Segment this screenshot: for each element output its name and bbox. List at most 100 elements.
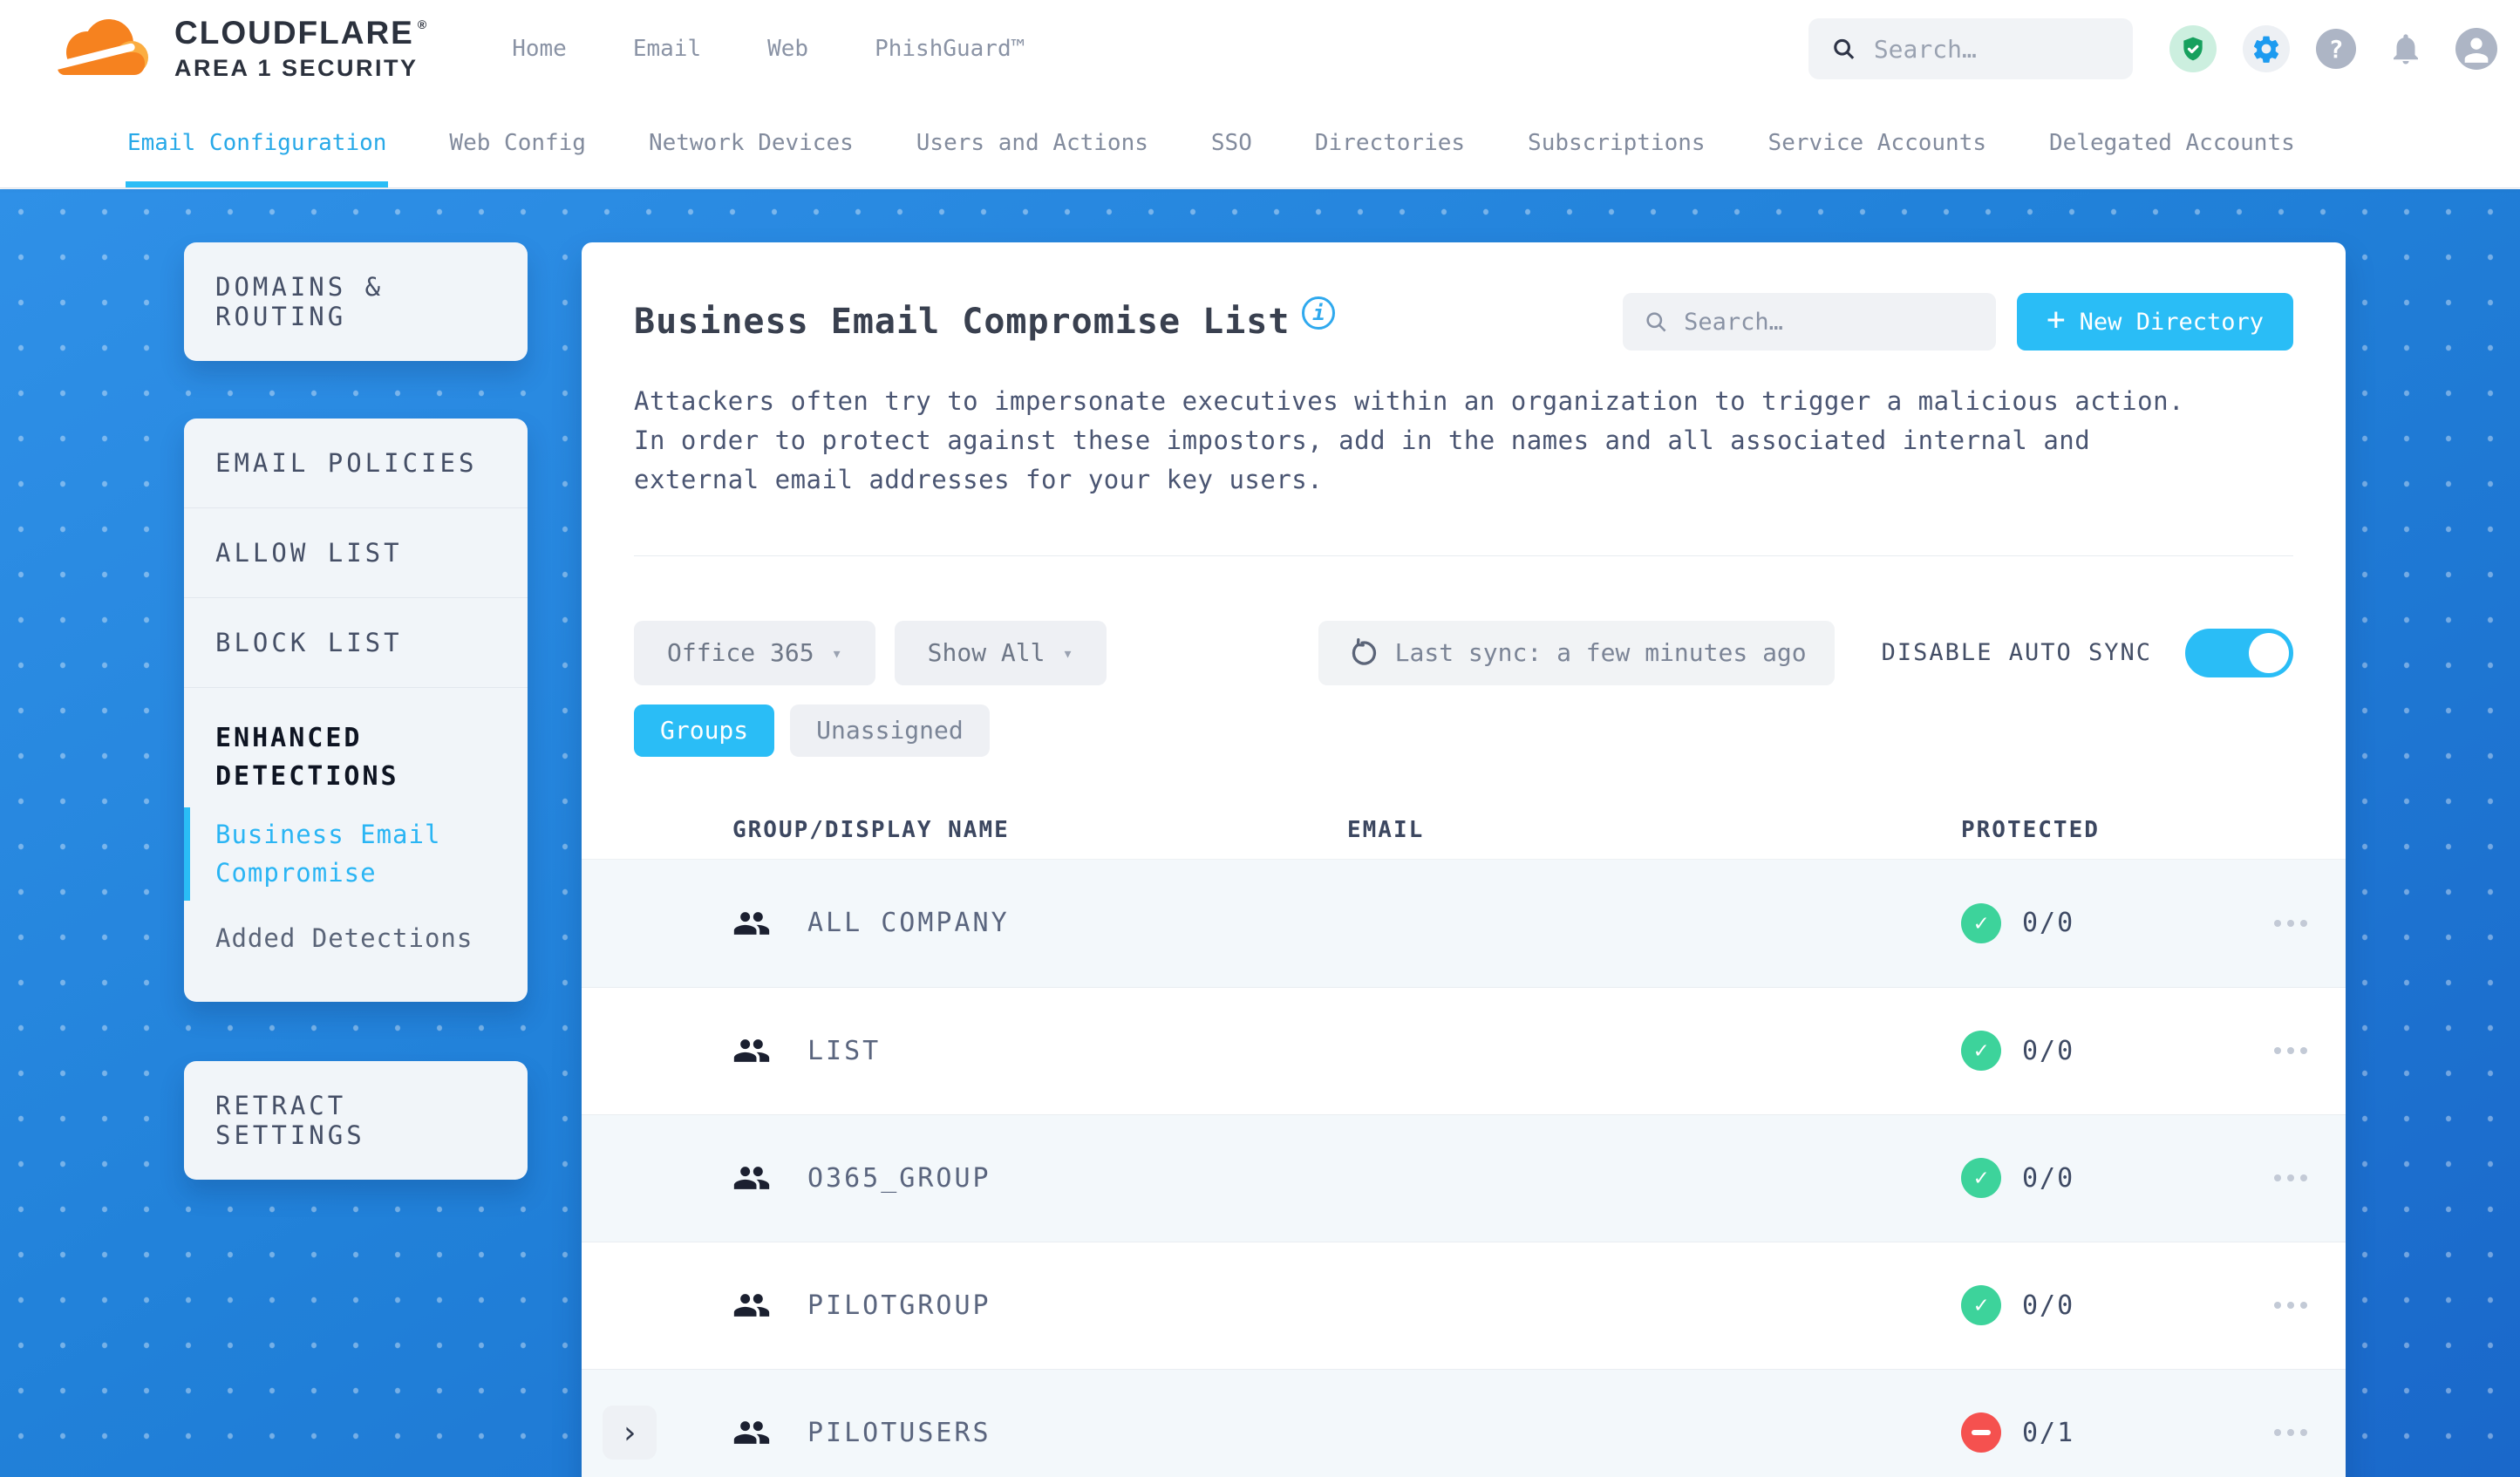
plus-icon: + [2046, 302, 2066, 337]
global-search[interactable] [1808, 18, 2133, 79]
sidebar-item-allow-list[interactable]: ALLOW LIST [184, 507, 528, 597]
tab-unassigned[interactable]: Unassigned [790, 704, 990, 757]
sidebar-item-block-list[interactable]: BLOCK LIST [184, 597, 528, 687]
user-avatar-icon[interactable] [2455, 28, 2497, 70]
group-icon [733, 1167, 770, 1190]
help-icon[interactable]: ? [2316, 29, 2356, 69]
table-row[interactable]: › PILOTUSERS 0/1 [582, 1368, 2346, 1477]
directory-select[interactable]: Office 365 ▾ [634, 620, 875, 685]
protected-ok-icon: ✓ [1961, 1031, 2001, 1072]
nav-phishguard[interactable]: PhishGuard™ [875, 36, 1025, 62]
expand-row-button[interactable]: › [603, 1406, 657, 1460]
refresh-icon [1352, 637, 1376, 665]
group-name: ALL COMPANY [807, 908, 1010, 939]
table-row[interactable]: O365_GROUP ✓ 0/0 [582, 1113, 2346, 1242]
groups-table: GROUP/DISPLAY NAME EMAIL PROTECTED ALL C… [582, 802, 2346, 1477]
settings-gear-icon[interactable] [2243, 25, 2290, 72]
notifications-bell-icon[interactable] [2382, 25, 2429, 72]
column-header-email: EMAIL [1347, 817, 1425, 844]
cloudflare-logo: CLOUDFLARE ® AREA 1 SECURITY [49, 16, 428, 82]
tab-users-and-actions[interactable]: Users and Actions [916, 98, 1148, 187]
group-icon [733, 1294, 770, 1317]
row-menu-icon[interactable] [2265, 1038, 2316, 1063]
main-panel: Business Email Compromise List i + New D… [582, 242, 2346, 1477]
protected-count: 0/0 [2022, 908, 2075, 939]
table-row[interactable]: LIST ✓ 0/0 [582, 986, 2346, 1114]
list-search[interactable] [1622, 293, 1996, 351]
sidebar-item-domains-routing[interactable]: DOMAINS & ROUTING [184, 242, 528, 361]
top-bar: CLOUDFLARE ® AREA 1 SECURITY Home Email … [0, 0, 2520, 98]
search-icon [1646, 312, 1666, 332]
content-canvas: DOMAINS & ROUTING EMAIL POLICIES ALLOW L… [0, 189, 2520, 1477]
protected-count: 0/0 [2022, 1290, 2075, 1321]
column-header-protected: PROTECTED [1961, 817, 2100, 844]
tab-email-configuration[interactable]: Email Configuration [125, 98, 389, 187]
chevron-down-icon: ▾ [1062, 642, 1073, 664]
logo-line2: AREA 1 SECURITY [174, 55, 419, 82]
sidebar-item-retract-settings[interactable]: RETRACT SETTINGS [184, 1060, 528, 1180]
nav-web[interactable]: Web [767, 36, 808, 62]
title-row: Business Email Compromise List i + New D… [582, 242, 2346, 351]
group-icon [733, 1421, 770, 1445]
directory-select-value: Office 365 [667, 638, 814, 668]
tab-service-accounts[interactable]: Service Accounts [1768, 98, 1986, 187]
column-header-name: GROUP/DISPLAY NAME [732, 817, 1010, 844]
question-mark: ? [2328, 34, 2344, 64]
filter-select[interactable]: Show All ▾ [894, 620, 1107, 685]
table-row[interactable]: PILOTGROUP ✓ 0/0 [582, 1241, 2346, 1369]
tab-subscriptions[interactable]: Subscriptions [1528, 98, 1706, 187]
auto-sync-toggle[interactable] [2185, 628, 2293, 677]
nav-email[interactable]: Email [633, 36, 701, 62]
filter-select-value: Show All [927, 638, 1045, 668]
protected-count: 0/0 [2022, 1162, 2075, 1194]
controls-row: Office 365 ▾ Show All ▾ Last sync: a few… [582, 620, 2346, 685]
new-directory-button[interactable]: + New Directory [2016, 293, 2293, 351]
protected-count: 0/0 [2022, 1035, 2075, 1066]
auto-sync-label: DISABLE AUTO SYNC [1881, 639, 2152, 667]
tab-network-devices[interactable]: Network Devices [649, 98, 854, 187]
tab-delegated-accounts[interactable]: Delegated Accounts [2049, 98, 2295, 187]
group-name: O365_GROUP [807, 1162, 991, 1194]
page-title: Business Email Compromise List [634, 302, 1291, 342]
row-menu-icon[interactable] [2265, 1420, 2316, 1445]
sidebar-item-added-detections[interactable]: Added Detections [184, 906, 528, 972]
nav-home[interactable]: Home [512, 36, 567, 62]
cloudflare-cloud-icon [49, 19, 148, 75]
group-icon [733, 911, 770, 935]
search-icon [1834, 38, 1855, 59]
protection-status-icon[interactable] [2169, 25, 2217, 72]
last-sync-button[interactable]: Last sync: a few minutes ago [1318, 620, 1835, 685]
top-icon-cluster: ? [2169, 25, 2497, 72]
protected-blocked-icon [1961, 1412, 2001, 1453]
protected-ok-icon: ✓ [1961, 902, 2001, 943]
info-icon[interactable]: i [1302, 296, 1336, 330]
tab-web-config[interactable]: Web Config [449, 98, 586, 187]
new-directory-label: New Directory [2079, 308, 2264, 336]
table-header-row: GROUP/DISPLAY NAME EMAIL PROTECTED [582, 802, 2346, 860]
row-menu-icon[interactable] [2265, 911, 2316, 936]
list-search-input[interactable] [1684, 308, 1975, 336]
protected-ok-icon: ✓ [1961, 1285, 2001, 1326]
tab-directories[interactable]: Directories [1315, 98, 1465, 187]
logo-line1: CLOUDFLARE [174, 15, 414, 51]
divider [634, 555, 2293, 556]
sidebar-item-enhanced-detections[interactable]: ENHANCED DETECTIONS [184, 714, 528, 802]
sidebar-item-email-policies[interactable]: EMAIL POLICIES [184, 419, 528, 507]
toggle-knob [2249, 632, 2289, 673]
protected-ok-icon: ✓ [1961, 1158, 2001, 1199]
tab-groups[interactable]: Groups [634, 704, 775, 757]
table-row[interactable]: ALL COMPANY ✓ 0/0 [582, 859, 2346, 987]
group-icon [733, 1039, 770, 1063]
group-name: LIST [807, 1035, 882, 1066]
global-search-input[interactable] [1873, 34, 2110, 64]
sidebar-policies-card: EMAIL POLICIES ALLOW LIST BLOCK LIST ENH… [184, 419, 528, 1002]
main-nav: Home Email Web PhishGuard™ [512, 36, 1025, 62]
tab-sso[interactable]: SSO [1211, 98, 1252, 187]
last-sync-label: Last sync: a few minutes ago [1394, 638, 1807, 668]
row-menu-icon[interactable] [2265, 1293, 2316, 1317]
row-menu-icon[interactable] [2265, 1166, 2316, 1190]
sidebar: DOMAINS & ROUTING EMAIL POLICIES ALLOW L… [184, 242, 528, 1180]
sidebar-section-enhanced-detections: ENHANCED DETECTIONS Business Email Compr… [184, 687, 528, 1002]
sidebar-item-business-email-compromise[interactable]: Business Email Compromise [184, 802, 528, 906]
page-description: Attackers often try to impersonate execu… [634, 386, 2184, 494]
